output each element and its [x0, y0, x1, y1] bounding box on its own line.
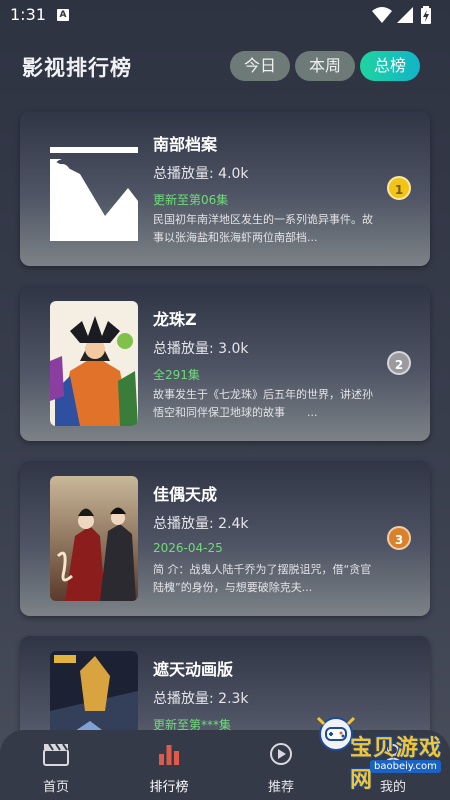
ranking-card[interactable]: 龙珠Z 总播放量: 3.0k 全291集 故事发生于《七龙珠》后五年的世界，讲述… — [20, 286, 430, 441]
show-description: 民国初年南洋地区发生的一系列诡异事件。故事以张海盐和张海虾两位南部档... — [153, 213, 373, 244]
image-placeholder-icon — [50, 126, 138, 251]
show-title: 南部档案 — [153, 135, 218, 154]
poster-image — [50, 301, 138, 426]
status-bar: 1:31 A — [0, 0, 450, 30]
nav-label: 首页 — [42, 780, 69, 795]
page-title: 影视排行榜 — [22, 56, 132, 80]
notification-icon: A — [57, 9, 69, 21]
play-count: 总播放量: 4.0k — [153, 166, 249, 182]
bar-chart-icon — [159, 745, 179, 765]
episode-status: 全291集 — [153, 368, 200, 382]
play-count: 总播放量: 3.0k — [153, 341, 249, 357]
tab-today[interactable]: 今日 — [230, 51, 290, 81]
rank-badge: 3 — [387, 526, 411, 550]
play-count: 总播放量: 2.4k — [153, 516, 249, 532]
watermark-url: baobeiy.com — [370, 760, 441, 773]
play-icon — [270, 743, 292, 765]
episode-status: 更新至第06集 — [153, 193, 229, 207]
show-title: 佳偶天成 — [153, 485, 218, 504]
tab-this-week[interactable]: 本周 — [295, 51, 355, 81]
show-description: 故事发生于《七龙珠》后五年的世界，讲述孙悟空和同伴保卫地球的故事 ... — [153, 388, 373, 419]
poster-image — [50, 476, 138, 601]
rank-badge: 1 — [387, 176, 411, 200]
ranking-card[interactable]: 南部档案 总播放量: 4.0k 更新至第06集 民国初年南洋地区发生的一系列诡异… — [20, 111, 430, 266]
rank-badge: 2 — [387, 351, 411, 375]
nav-home[interactable]: 首页 — [11, 730, 101, 800]
clapperboard-icon — [43, 743, 69, 766]
tab-all-time[interactable]: 总榜 — [360, 51, 420, 81]
wifi-icon — [372, 7, 392, 23]
battery-icon — [421, 6, 431, 24]
ranking-card[interactable]: 佳偶天成 总播放量: 2.4k 2026-04-25 简 介：战鬼人陆千乔为了摆… — [20, 461, 430, 616]
show-title: 龙珠Z — [153, 310, 197, 329]
nav-label: 排行榜 — [149, 780, 189, 795]
show-description: 简 介：战鬼人陆千乔为了摆脱诅咒，借“贪官陆槐”的身份，与想要破除克夫... — [153, 563, 372, 594]
play-count: 总播放量: 2.3k — [153, 691, 249, 707]
status-icons — [372, 6, 442, 24]
show-title: 遮天动画版 — [153, 660, 234, 679]
watermark: 宝贝游戏网 baobeiy.com — [300, 700, 448, 795]
nav-rankings[interactable]: 排行榜 — [124, 730, 214, 800]
signal-icon — [397, 7, 413, 23]
release-date: 2026-04-25 — [153, 541, 223, 555]
status-time: 1:31 — [10, 5, 46, 24]
